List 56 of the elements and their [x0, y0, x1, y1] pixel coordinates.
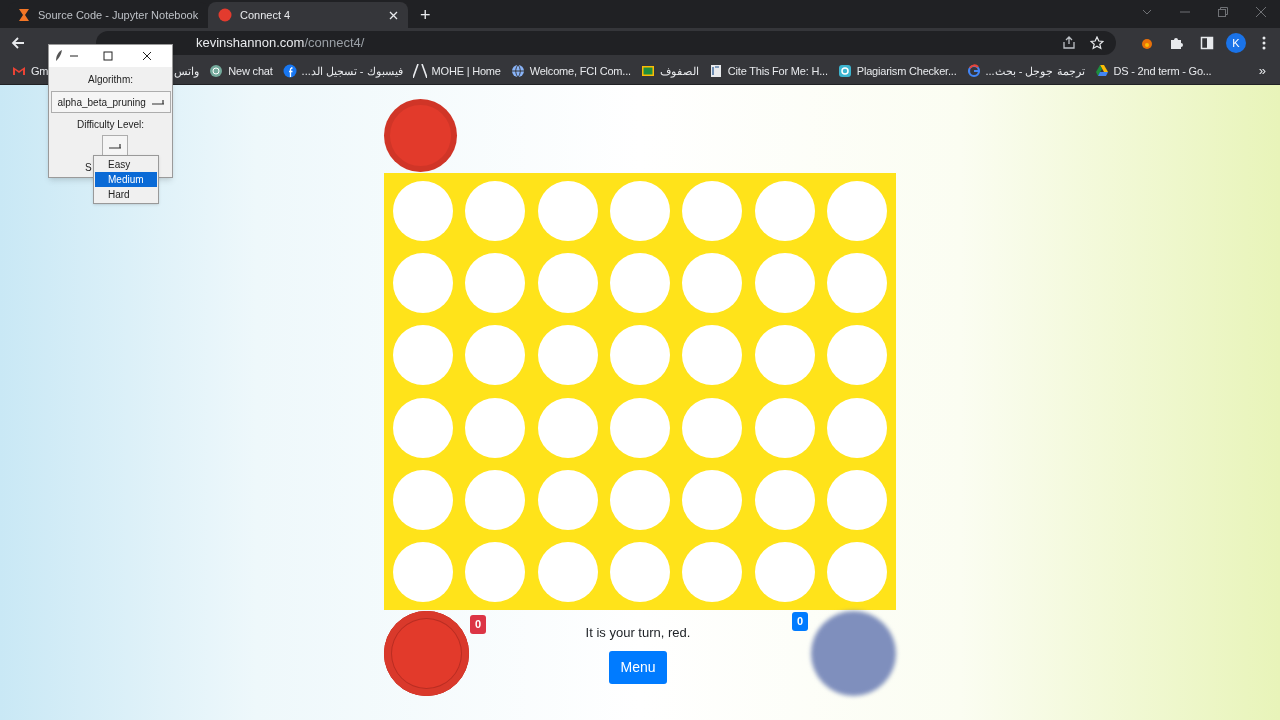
back-icon[interactable] — [10, 35, 26, 51]
button-text: S — [85, 161, 92, 175]
bookmark[interactable]: فيسبوك - تسجيل الد... — [282, 62, 403, 80]
check-badge-icon — [837, 64, 852, 78]
algorithm-dropdown[interactable]: alpha_beta_pruning — [50, 91, 171, 113]
bookmark[interactable]: New chat — [209, 62, 273, 80]
dropdown-indicator-icon — [108, 143, 121, 149]
dropdown-option[interactable]: Easy — [95, 157, 157, 172]
close-icon[interactable] — [142, 51, 152, 61]
maximize-icon[interactable] — [103, 51, 113, 61]
dropdown-indicator-icon — [151, 99, 164, 105]
status-text: It is your turn, red. — [585, 624, 691, 642]
menu-button[interactable]: Menu — [609, 650, 667, 684]
difficulty-dropdown[interactable] — [101, 135, 128, 157]
restore-icon[interactable] — [1218, 7, 1228, 17]
bookmark[interactable]: MOHE | Home — [412, 62, 501, 80]
score-badge: 0 — [470, 615, 487, 634]
bookmark[interactable]: Cite This For Me: H... — [708, 62, 828, 80]
dropdown-option[interactable]: Medium — [95, 172, 157, 187]
google-icon — [966, 64, 981, 78]
bookmark[interactable]: ترجمة جوجل - بحث... — [966, 62, 1085, 80]
address-bar[interactable]: kevinshannon.com/connect4/ — [96, 31, 1116, 55]
extension-icon[interactable] — [1140, 36, 1154, 50]
caret-icon[interactable] — [1142, 9, 1152, 15]
classroom-icon — [640, 64, 655, 78]
hourglass-icon — [18, 8, 30, 22]
disc-icon — [218, 8, 232, 22]
book-icon — [708, 64, 723, 78]
side-panel-icon[interactable] — [1200, 36, 1214, 50]
game-board[interactable] — [384, 173, 896, 610]
menu-icon[interactable] — [1262, 36, 1266, 50]
tick-marks-icon — [412, 64, 427, 78]
chat-icon — [209, 64, 224, 78]
bookmark[interactable]: Gm — [12, 62, 49, 80]
star-icon[interactable] — [1090, 36, 1104, 50]
profile-avatar[interactable]: K — [1226, 33, 1246, 53]
puzzle-icon[interactable] — [1170, 36, 1184, 50]
feather-icon — [55, 50, 63, 62]
bookmark[interactable]: DS - 2nd term - Go... — [1094, 62, 1212, 80]
bookmark[interactable]: Plagiarism Checker... — [837, 62, 957, 80]
browser-tab[interactable]: Connect 4 — [208, 2, 408, 28]
algorithm-label: Algorithm: — [88, 73, 133, 87]
bookmark[interactable]: الصفوف — [640, 62, 699, 80]
bookmark[interactable]: Welcome, FCI Com... — [510, 62, 631, 80]
difficulty-label: Difficulty Level: — [76, 118, 145, 132]
bookmark[interactable]: واتس — [174, 62, 200, 80]
drive-icon — [1094, 64, 1109, 78]
url-text: kevinshannon.com/connect4/ — [196, 34, 365, 53]
facebook-icon — [282, 64, 297, 78]
new-tab-button[interactable]: + — [420, 6, 431, 24]
gmail-icon — [12, 64, 26, 78]
score-badge: 0 — [792, 612, 809, 631]
globe-icon — [510, 64, 525, 78]
more-bookmarks-button[interactable]: » — [1258, 61, 1266, 81]
dropdown-option[interactable]: Hard — [95, 187, 157, 202]
share-icon[interactable] — [1062, 36, 1076, 50]
